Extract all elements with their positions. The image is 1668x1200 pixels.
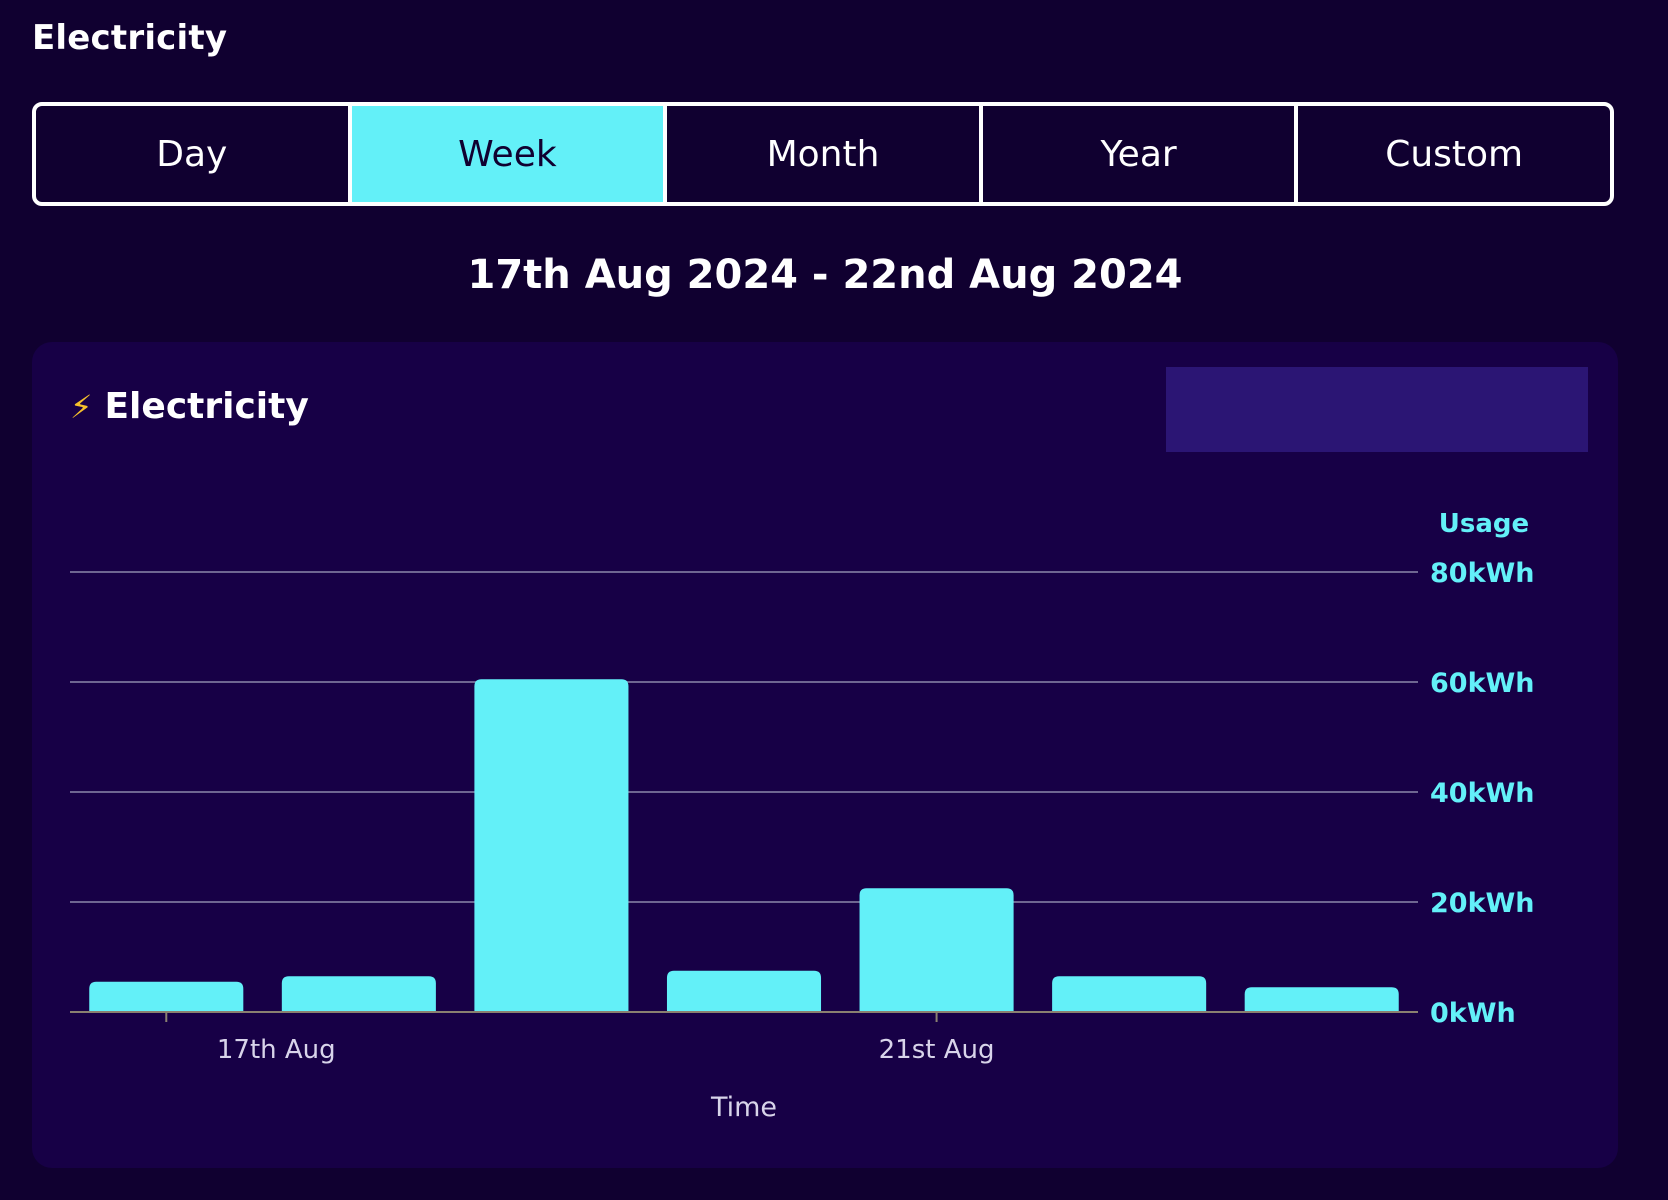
bar <box>859 888 1014 1012</box>
bar <box>474 679 629 1012</box>
y-tick-label: 80kWh <box>1430 558 1535 589</box>
x-ticks: 17th Aug 21st Aug <box>165 1012 995 1065</box>
bar <box>666 970 822 1012</box>
page-title: Electricity <box>32 18 228 58</box>
bars <box>89 679 1399 1012</box>
y-tick-label: 60kWh <box>1430 668 1535 699</box>
y-tick-label: 20kWh <box>1430 888 1535 919</box>
y-tick-label: 0kWh <box>1430 998 1516 1029</box>
usage-chart: 0kWh 20kWh 40kWh 60kWh 80kWh 17th Aug 21st Au… <box>70 509 1535 1123</box>
tab-day[interactable]: Day <box>36 106 348 202</box>
x-tick-label: 17th Aug <box>217 1035 336 1065</box>
tab-year[interactable]: Year <box>978 106 1295 202</box>
y-ticks: 0kWh 20kWh 40kWh 60kWh 80kWh <box>1430 558 1535 1029</box>
x-axis-title: Time <box>710 1092 777 1123</box>
tab-custom[interactable]: Custom <box>1294 106 1610 202</box>
bar <box>281 976 436 1012</box>
bar <box>1244 987 1399 1012</box>
bar <box>89 981 244 1012</box>
y-tick-label: 40kWh <box>1430 778 1535 809</box>
x-tick-label: 21st Aug <box>879 1035 995 1065</box>
electricity-card: ⚡ Electricity 0kWh 20kWh 40kWh 60kWh 80kWh 1… <box>32 342 1618 1168</box>
bar <box>1052 976 1207 1012</box>
period-tabs: Day Week Month Year Custom <box>32 102 1614 206</box>
date-range: 17th Aug 2024 - 22nd Aug 2024 <box>467 252 1183 298</box>
tab-week[interactable]: Week <box>347 106 664 202</box>
gridlines <box>70 571 1418 903</box>
y-axis-title: Usage <box>1439 509 1529 539</box>
tab-month[interactable]: Month <box>663 106 979 202</box>
